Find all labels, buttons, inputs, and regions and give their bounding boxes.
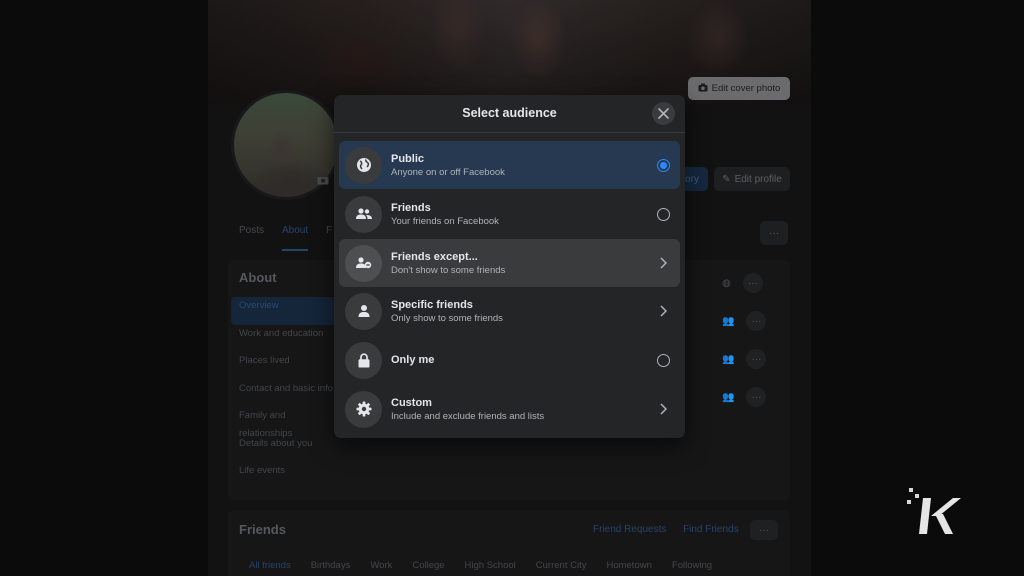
about-nav: Overview Work and education Places lived… bbox=[231, 297, 341, 490]
camera-icon bbox=[698, 83, 708, 95]
friends-icon: 👥 bbox=[722, 391, 735, 403]
about-nav-details[interactable]: Details about you bbox=[231, 435, 341, 463]
friend-filters: All friends Birthdays Work College High … bbox=[249, 560, 712, 571]
option-description: Include and exclude friends and lists bbox=[391, 410, 545, 422]
audience-option-friends-except[interactable]: Friends except... Don't show to some fri… bbox=[339, 239, 680, 287]
row-more-button[interactable]: ··· bbox=[746, 311, 767, 331]
option-title: Specific friends bbox=[391, 298, 473, 311]
friends-title: Friends bbox=[239, 522, 286, 537]
friends-except-icon bbox=[345, 244, 382, 282]
friends-more-button[interactable]: ··· bbox=[750, 520, 778, 540]
about-nav-places[interactable]: Places lived bbox=[231, 352, 341, 380]
row-more-button[interactable]: ··· bbox=[746, 387, 767, 407]
radio-button[interactable] bbox=[656, 207, 670, 221]
tab-about[interactable]: About bbox=[282, 225, 309, 251]
filter-following[interactable]: Following bbox=[672, 560, 712, 571]
filter-birthdays[interactable]: Birthdays bbox=[311, 560, 351, 571]
globe-icon bbox=[345, 146, 382, 184]
pencil-icon: ✎ bbox=[722, 173, 731, 185]
filter-high-school[interactable]: High School bbox=[465, 560, 516, 571]
about-nav-life-events[interactable]: Life events bbox=[231, 462, 341, 490]
audience-option-friends[interactable]: Friends Your friends on Facebook bbox=[339, 190, 680, 238]
filter-current-city[interactable]: Current City bbox=[536, 560, 587, 571]
select-audience-dialog: Select audience Public Anyone on or off … bbox=[334, 95, 685, 438]
globe-icon: ◍ bbox=[722, 277, 731, 289]
chevron-right-icon bbox=[660, 403, 667, 415]
dialog-header: Select audience bbox=[334, 95, 685, 133]
option-title: Custom bbox=[391, 396, 432, 409]
row-more-button[interactable]: ··· bbox=[742, 273, 763, 293]
about-row-controls: 👥 ··· bbox=[722, 348, 772, 370]
edit-cover-photo-button[interactable]: Edit cover photo bbox=[688, 77, 790, 100]
chevron-right-icon bbox=[660, 305, 667, 317]
about-nav-family[interactable]: Family and relationships bbox=[231, 407, 341, 439]
profile-more-button[interactable]: ··· bbox=[760, 221, 788, 245]
option-title: Friends bbox=[391, 201, 431, 214]
edit-profile-label: Edit profile bbox=[734, 173, 782, 185]
option-title: Friends except... bbox=[391, 250, 478, 263]
edit-cover-label: Edit cover photo bbox=[711, 83, 781, 94]
about-row-controls: 👥 ··· bbox=[722, 386, 772, 408]
find-friends-link[interactable]: Find Friends bbox=[683, 524, 739, 535]
about-nav-contact[interactable]: Contact and basic info bbox=[231, 380, 341, 408]
audience-option-custom[interactable]: Custom Include and exclude friends and l… bbox=[339, 385, 680, 433]
edit-profile-button[interactable]: ✎ Edit profile bbox=[714, 167, 790, 191]
more-label: ··· bbox=[769, 227, 779, 239]
profile-tabs: Posts About F bbox=[239, 225, 332, 251]
audience-option-only-me[interactable]: Only me bbox=[339, 336, 680, 384]
option-description: Anyone on or off Facebook bbox=[391, 166, 505, 178]
about-row-controls: ◍ ··· bbox=[722, 272, 772, 294]
option-description: Your friends on Facebook bbox=[391, 215, 499, 227]
friends-icon: 👥 bbox=[722, 315, 735, 327]
row-more-button[interactable]: ··· bbox=[746, 349, 767, 369]
audience-option-public[interactable]: Public Anyone on or off Facebook bbox=[339, 141, 680, 189]
filter-work[interactable]: Work bbox=[370, 560, 392, 571]
tab-posts[interactable]: Posts bbox=[239, 225, 264, 251]
story-label: ory bbox=[685, 173, 699, 185]
chevron-right-icon bbox=[660, 257, 667, 269]
dialog-title: Select audience bbox=[462, 106, 557, 120]
avatar-camera-icon[interactable] bbox=[315, 175, 331, 189]
audience-option-specific-friends[interactable]: Specific friends Only show to some frien… bbox=[339, 287, 680, 335]
option-description: Only show to some friends bbox=[391, 312, 503, 324]
close-icon bbox=[658, 108, 669, 119]
about-title: About bbox=[239, 270, 277, 285]
friends-icon: 👥 bbox=[722, 353, 735, 365]
option-title: Public bbox=[391, 152, 425, 165]
close-button[interactable] bbox=[652, 102, 675, 125]
tab-friends[interactable]: F bbox=[326, 225, 332, 251]
about-nav-work[interactable]: Work and education bbox=[231, 325, 341, 353]
lock-icon bbox=[345, 341, 382, 379]
gear-icon bbox=[345, 390, 382, 428]
about-nav-overview[interactable]: Overview bbox=[231, 297, 341, 325]
option-description: Don't show to some friends bbox=[391, 264, 506, 276]
friends-icon bbox=[345, 195, 382, 233]
radio-selected[interactable] bbox=[656, 158, 670, 172]
filter-hometown[interactable]: Hometown bbox=[606, 560, 651, 571]
option-title: Only me bbox=[391, 354, 435, 366]
about-row-controls: 👥 ··· bbox=[722, 310, 772, 332]
radio-button[interactable] bbox=[656, 353, 670, 367]
k-logo-icon bbox=[907, 488, 961, 534]
filter-all-friends[interactable]: All friends bbox=[249, 560, 291, 571]
person-icon bbox=[345, 292, 382, 330]
filter-college[interactable]: College bbox=[412, 560, 444, 571]
friend-requests-link[interactable]: Friend Requests bbox=[593, 524, 666, 535]
